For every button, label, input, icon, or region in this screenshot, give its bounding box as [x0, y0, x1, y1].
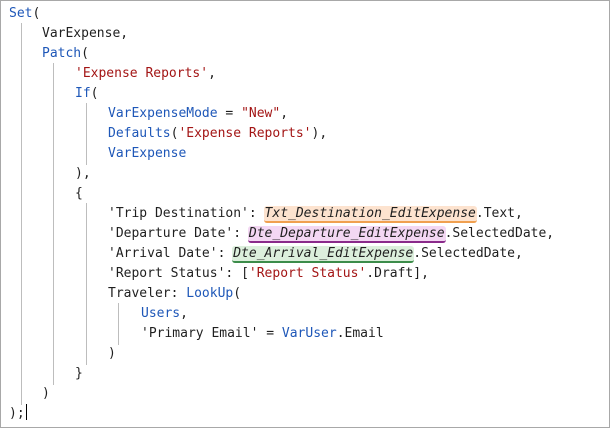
punctuation: , — [280, 106, 289, 121]
code-line[interactable]: { — [75, 184, 83, 204]
operator: = — [258, 326, 282, 341]
code-line[interactable]: 'Departure Date': Dte_Departure_EditExpe… — [108, 224, 554, 244]
code-line[interactable]: Set( — [9, 4, 40, 24]
operator: = — [217, 106, 242, 121]
punctuation: [ — [241, 266, 249, 281]
punctuation: ( — [90, 86, 99, 101]
punctuation: ) — [108, 346, 116, 361]
punctuation: ( — [233, 286, 242, 301]
variable-name: VarExpense — [42, 26, 121, 41]
variable-name: VarExpense — [108, 146, 187, 161]
punctuation: ); — [9, 406, 25, 421]
function-name: Set — [9, 6, 33, 21]
function-name: LookUp — [186, 286, 234, 301]
indent-guide — [86, 103, 87, 165]
code-line[interactable]: Patch( — [42, 44, 89, 64]
string-literal: 'Expense Reports' — [75, 66, 209, 81]
code-line[interactable]: VarExpense, — [42, 24, 128, 44]
code-line[interactable]: 'Expense Reports', — [75, 64, 216, 84]
code-line[interactable]: 'Trip Destination': Txt_Destination_Edit… — [108, 204, 523, 224]
punctuation: ( — [81, 46, 89, 61]
code-line[interactable]: ) — [42, 384, 50, 404]
punctuation: , — [120, 26, 129, 41]
code-line[interactable]: Defaults('Expense Reports'), — [108, 124, 327, 144]
property-access: .Draft], — [366, 266, 429, 281]
field-name: 'Arrival Date': — [108, 246, 226, 261]
string-literal: "New" — [241, 106, 281, 121]
variable-name: Users — [141, 306, 181, 321]
punctuation: } — [75, 366, 83, 381]
punctuation: ), — [75, 166, 91, 181]
code-line[interactable]: ); — [9, 404, 27, 424]
control-reference-highlight[interactable]: Dte_Arrival_EditExpense — [232, 246, 415, 263]
indent-guide — [86, 203, 87, 365]
punctuation: ( — [32, 6, 41, 21]
field-name: 'Primary Email' — [141, 326, 259, 341]
code-line[interactable]: 'Arrival Date': Dte_Arrival_EditExpense.… — [108, 244, 523, 264]
variable-name: VarUser — [281, 326, 337, 341]
variable-name: VarExpenseMode — [108, 106, 218, 121]
code-line[interactable]: Users, — [141, 304, 188, 324]
indent-guide — [53, 63, 54, 385]
code-line[interactable]: ) — [108, 344, 116, 364]
field-name: 'Trip Destination': — [108, 206, 257, 221]
punctuation: , — [208, 66, 216, 81]
function-name: Patch — [42, 46, 82, 61]
code-line[interactable]: VarExpenseMode = "New", — [108, 104, 288, 124]
function-name: Defaults — [108, 126, 171, 141]
text-cursor — [25, 404, 27, 420]
control-reference-highlight[interactable]: Dte_Departure_EditExpense — [247, 226, 446, 243]
punctuation: { — [75, 186, 83, 201]
formula-editor[interactable]: Set( VarExpense, Patch( 'Expense Reports… — [0, 0, 610, 428]
code-line[interactable]: VarExpense — [108, 144, 186, 164]
indent-guide — [118, 303, 119, 345]
property-access: .Email — [336, 326, 384, 341]
code-line[interactable]: Traveler: LookUp( — [108, 284, 241, 304]
property-access: .SelectedDate, — [444, 226, 555, 241]
indent-guide — [21, 23, 22, 405]
code-line[interactable]: 'Report Status': ['Report Status'.Draft]… — [108, 264, 429, 284]
property-access: .Text, — [475, 206, 523, 221]
code-line[interactable]: 'Primary Email' = VarUser.Email — [141, 324, 384, 344]
code-line[interactable]: } — [75, 364, 83, 384]
field-name: 'Departure Date': — [108, 226, 242, 241]
control-reference-highlight[interactable]: Txt_Destination_EditExpense — [263, 206, 477, 223]
string-literal: 'Report Status' — [248, 266, 367, 281]
punctuation: ), — [311, 126, 328, 141]
field-name: Traveler: — [108, 286, 179, 301]
code-line[interactable]: If( — [75, 84, 98, 104]
string-literal: 'Expense Reports' — [178, 126, 312, 141]
code-line[interactable]: ), — [75, 164, 91, 184]
property-access: .SelectedDate, — [413, 246, 523, 261]
punctuation: , — [180, 306, 188, 321]
punctuation: ) — [42, 386, 50, 401]
field-name: 'Report Status': — [108, 266, 234, 281]
keyword: If — [75, 86, 91, 101]
